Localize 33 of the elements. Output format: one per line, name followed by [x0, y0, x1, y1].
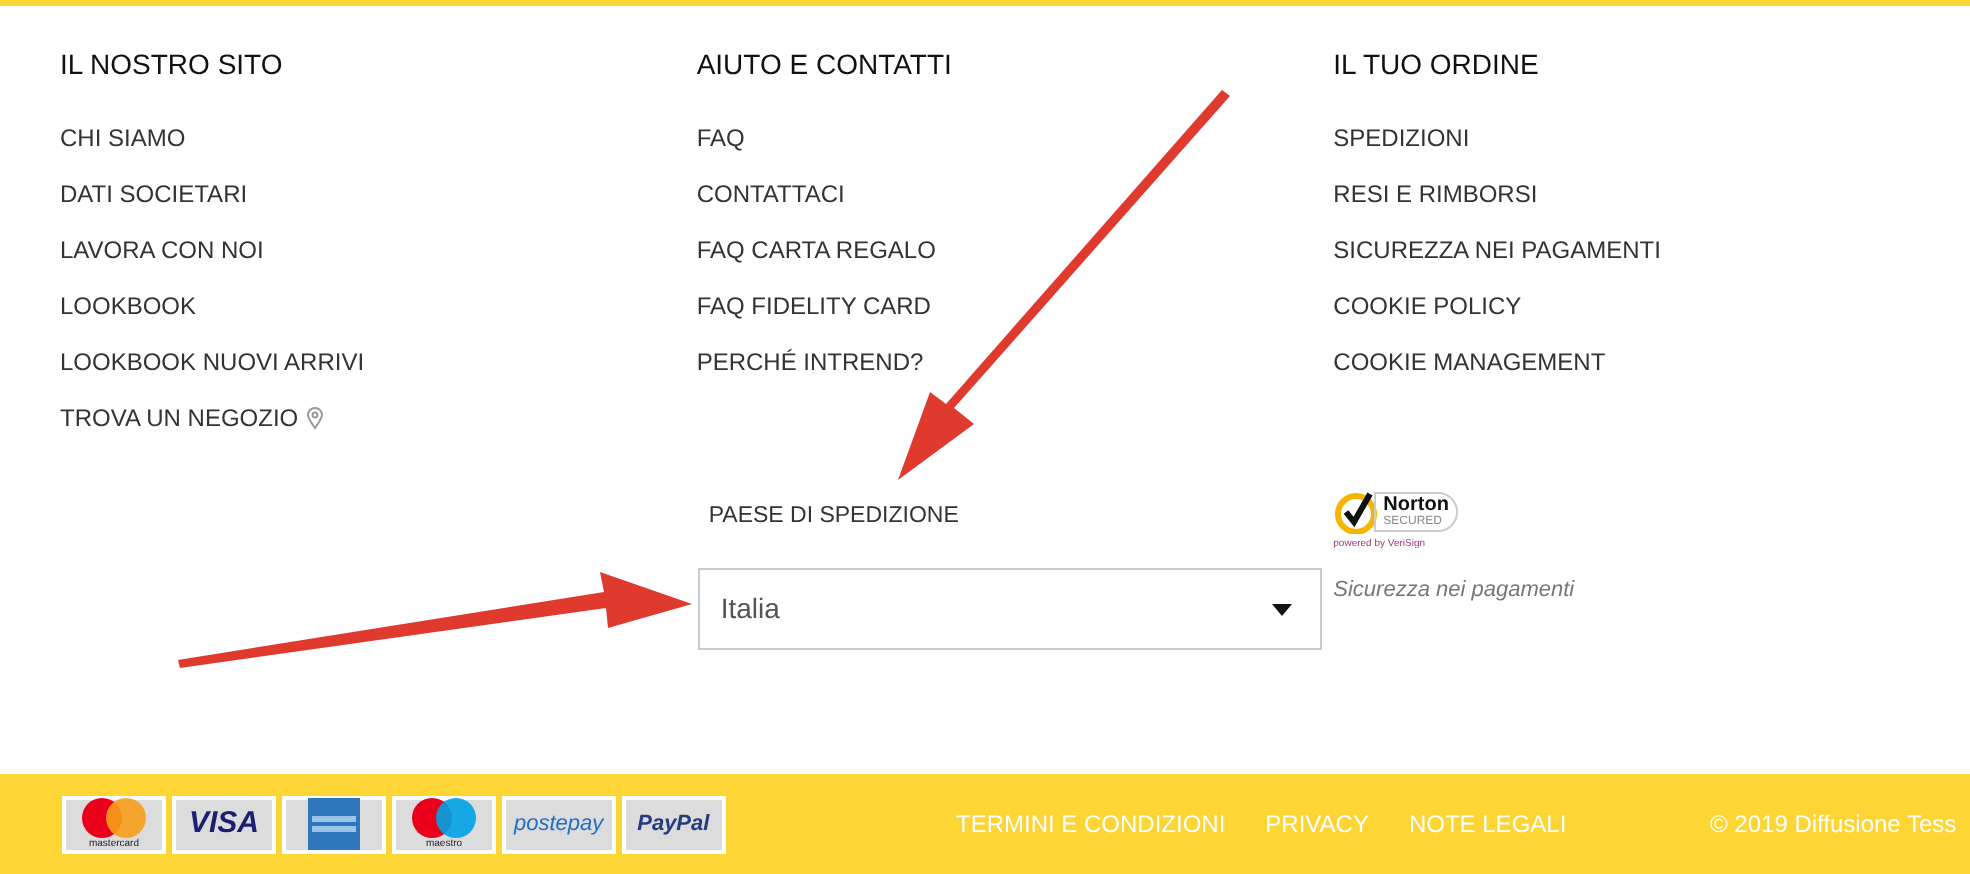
footer-link[interactable]: TROVA UN NEGOZIO — [60, 402, 697, 434]
badge-caption: Sicurezza nei pagamenti — [1333, 576, 1575, 606]
footer-link[interactable]: COOKIE MANAGEMENT — [1333, 346, 1970, 378]
footer-link[interactable]: LAVORA CON NOI — [60, 234, 697, 266]
footer-link[interactable]: PERCHÉ INTREND? — [696, 346, 1334, 378]
footer-link[interactable]: FAQ FIDELITY CARD — [696, 290, 1334, 322]
column-heading: AIUTO E CONTATTI — [696, 48, 954, 80]
footer-link[interactable]: CONTATTACI — [696, 178, 1334, 210]
location-pin-icon — [306, 406, 325, 430]
footer-link[interactable]: FAQ CARTA REGALO — [696, 234, 1334, 266]
column-heading: IL TUO ORDINE — [1333, 48, 1541, 80]
field-label: PAESE DI SPEDIZIONE — [708, 502, 959, 532]
country-select[interactable]: Italia — [698, 568, 1323, 651]
footer-link[interactable]: FAQ — [696, 122, 1334, 154]
card-name: PayPal — [637, 809, 710, 840]
footer-link[interactable]: COOKIE POLICY — [1333, 290, 1970, 322]
footer-link[interactable]: RESI E RIMBORSI — [1333, 178, 1970, 210]
footer-link[interactable]: LOOKBOOK NUOVI ARRIVI — [60, 346, 697, 378]
footer-link[interactable]: SPEDIZIONI — [1333, 122, 1970, 154]
maestro-logo-icon — [410, 798, 478, 838]
checkmark-icon — [1333, 490, 1378, 534]
copyright-text: © 2019 Diffusione Tess — [1710, 808, 1957, 842]
footer-link[interactable]: SICUREZZA NEI PAGAMENTI — [1333, 234, 1970, 266]
footer-link[interactable]: DATI SOCIETARI — [60, 178, 697, 210]
footer-link[interactable]: CHI SIAMO — [60, 122, 697, 154]
card-name: VISA — [188, 803, 259, 844]
mastercard-logo-icon — [80, 798, 148, 838]
amex-logo-icon — [308, 798, 360, 850]
caret-icon — [1272, 603, 1293, 616]
badge-brand: Norton — [1383, 494, 1449, 516]
card-name: postepay — [514, 809, 604, 840]
column-heading: IL NOSTRO SITO — [60, 48, 285, 80]
footer-link[interactable]: LOOKBOOK — [60, 290, 697, 322]
